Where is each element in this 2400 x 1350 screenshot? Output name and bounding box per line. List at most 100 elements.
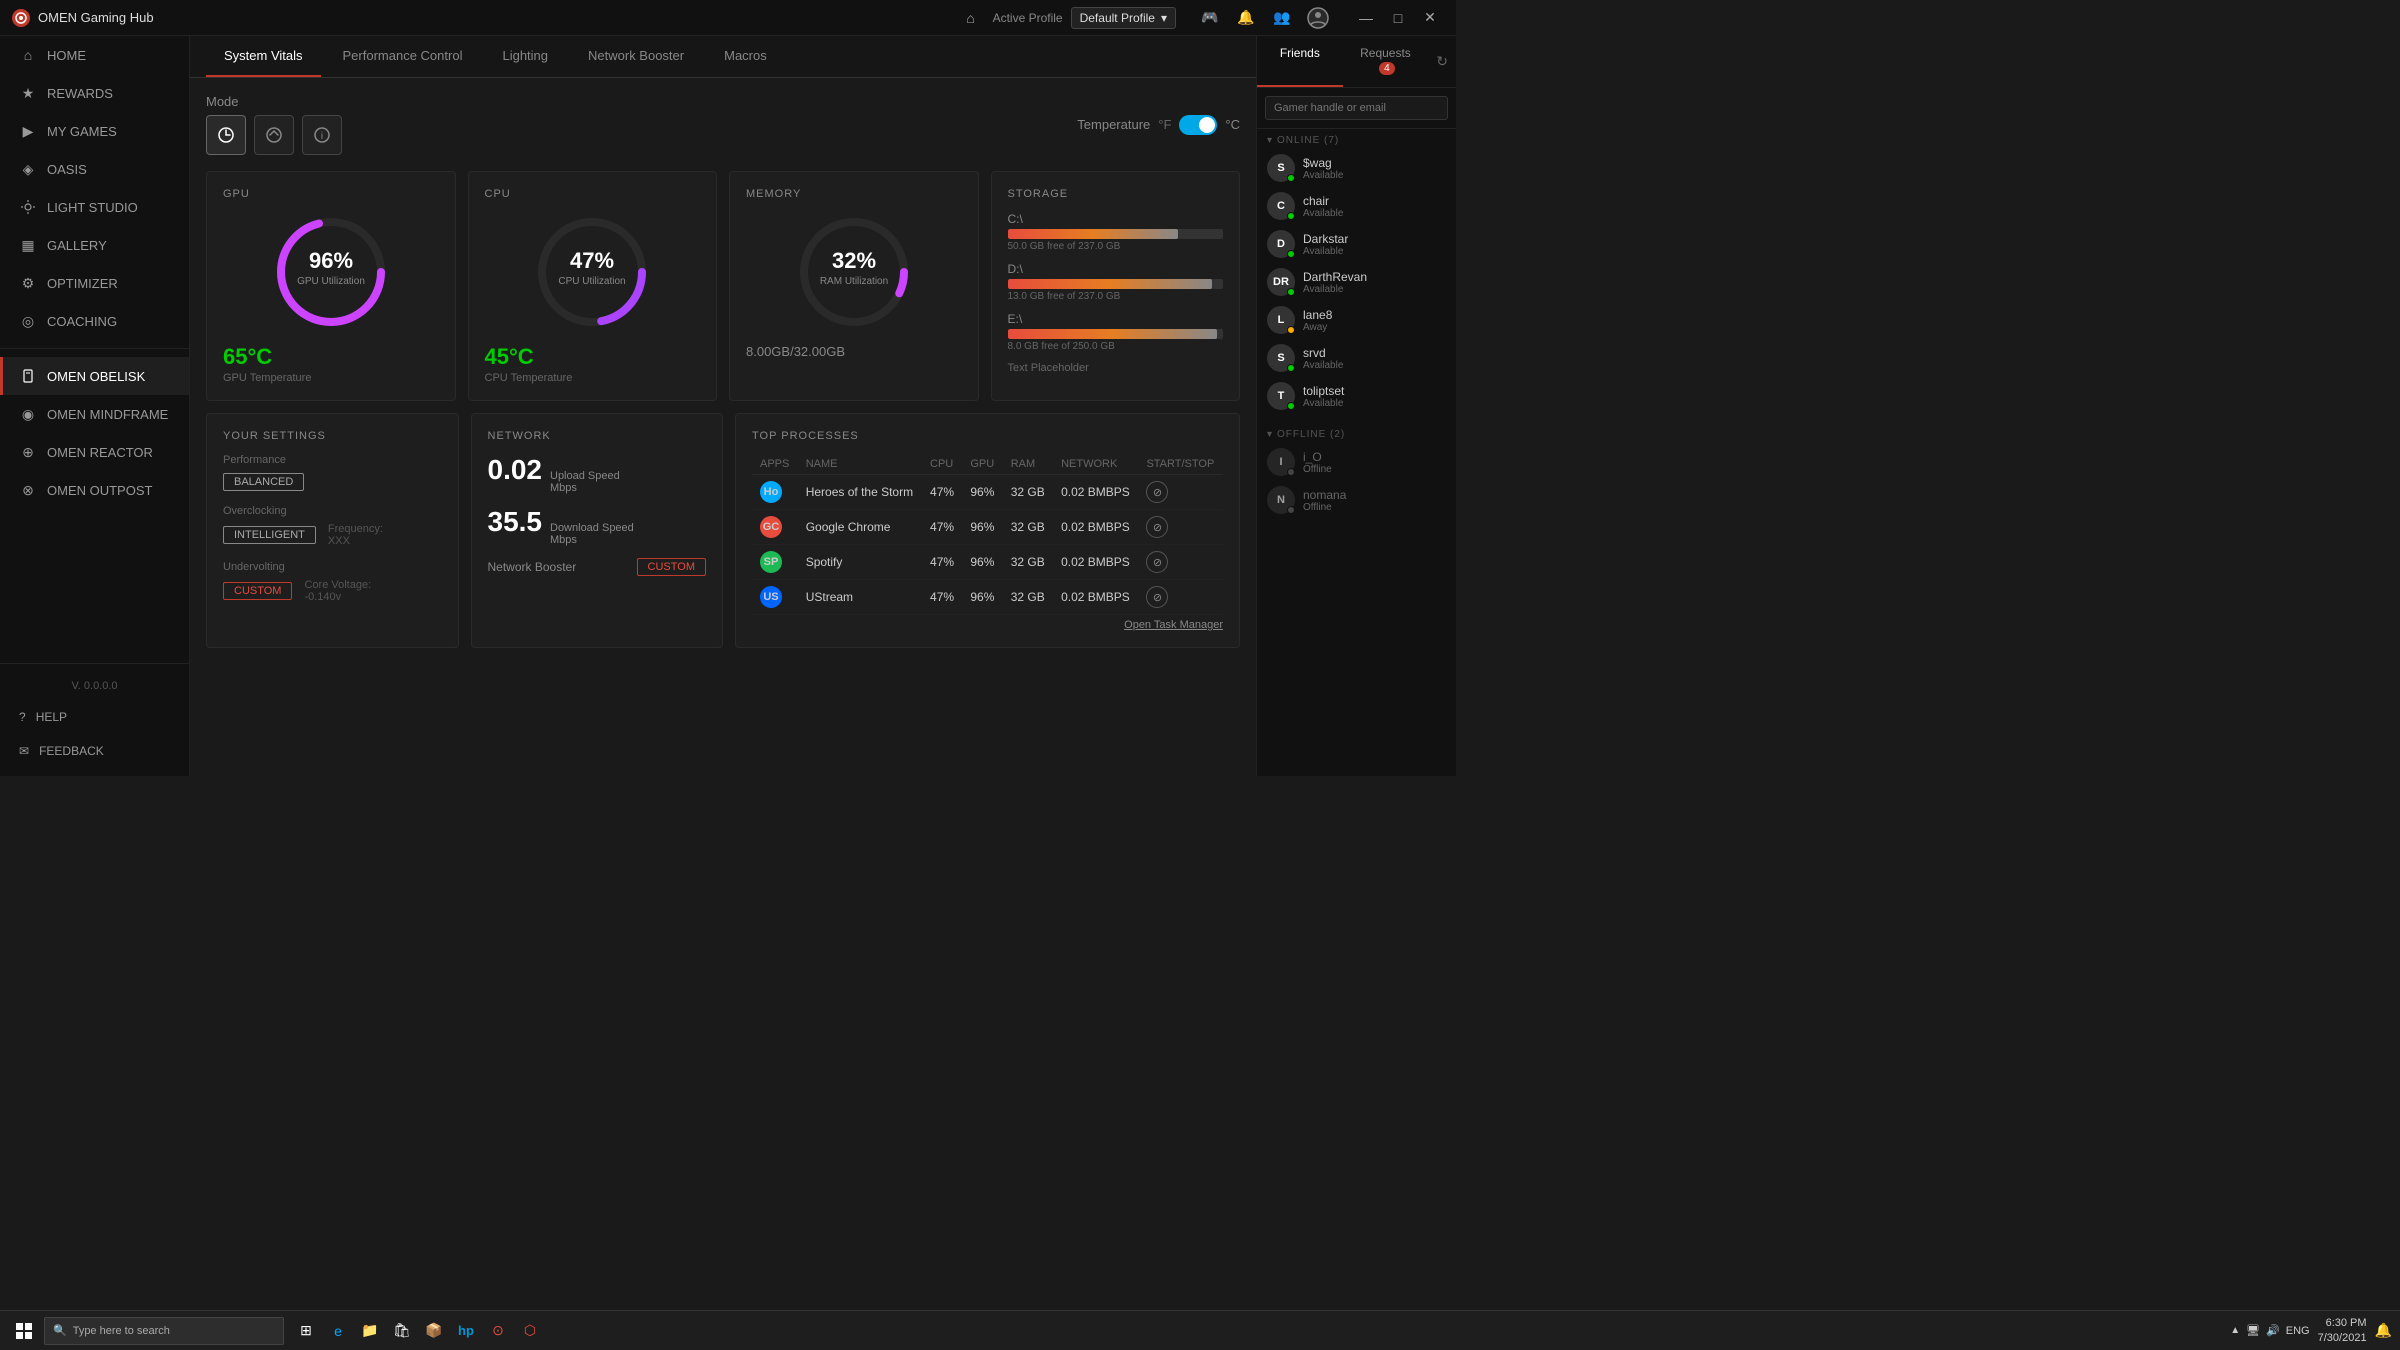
mode-btn-performance[interactable] [254, 115, 294, 155]
sidebar-item-omen-mindframe[interactable]: ◉ OMEN MINDFRAME [0, 395, 189, 433]
friend-item-online[interactable]: DR DarthRevan Available [1257, 263, 1456, 301]
friends-tab-friends[interactable]: Friends [1257, 36, 1343, 87]
maximize-button[interactable]: □ [1384, 4, 1412, 32]
tab-performance-control[interactable]: Performance Control [325, 36, 481, 77]
sidebar-item-omen-obelisk[interactable]: OMEN OBELISK [0, 357, 189, 395]
process-gpu: 96% [962, 475, 1002, 510]
file-explorer-icon[interactable]: 📁 [356, 1317, 384, 1345]
friend-item-offline[interactable]: N nomana Offline [1257, 481, 1456, 519]
sidebar-item-help[interactable]: ? HELP [0, 700, 189, 734]
sidebar-item-omen-outpost[interactable]: ⊗ OMEN OUTPOST [0, 471, 189, 509]
upload-speed-row: 0.02 Upload Speed Mbps [488, 454, 707, 494]
friend-item-online[interactable]: T toliptset Available [1257, 377, 1456, 415]
sidebar-item-light-studio[interactable]: LIGHT STUDIO [0, 188, 189, 226]
friends-panel: Friends Requests 4 ↻ ▾ ONLINE (7) [1256, 36, 1456, 776]
sidebar-item-home[interactable]: ⌂ HOME [0, 36, 189, 74]
process-gpu: 96% [962, 510, 1002, 545]
hp-icon[interactable]: hp [452, 1317, 480, 1345]
tab-lighting[interactable]: Lighting [484, 36, 566, 77]
friends-tab-requests[interactable]: Requests 4 [1343, 36, 1429, 87]
start-button[interactable] [8, 1315, 40, 1347]
svg-text:i: i [321, 131, 323, 142]
friend-name: srvd [1303, 346, 1446, 360]
undervolting-value[interactable]: CUSTOM [223, 582, 292, 600]
store-icon[interactable]: 🛍 [388, 1317, 416, 1345]
active-profile-label: Active Profile [993, 11, 1063, 25]
friend-item-online[interactable]: L lane8 Away [1257, 301, 1456, 339]
sidebar-item-omen-reactor[interactable]: ⊕ OMEN REACTOR [0, 433, 189, 471]
process-stop-button[interactable]: ⊘ [1146, 551, 1168, 573]
tab-macros[interactable]: Macros [706, 36, 785, 77]
sidebar-item-rewards[interactable]: ★ REWARDS [0, 74, 189, 112]
help-label: HELP [36, 710, 67, 724]
volume-tray-icon[interactable]: 🔊 [2266, 1324, 2280, 1337]
temp-unit-toggle[interactable] [1179, 115, 1217, 135]
tab-network-booster[interactable]: Network Booster [570, 36, 702, 77]
open-task-manager-link[interactable]: Open Task Manager [752, 619, 1223, 631]
sidebar-item-oasis[interactable]: ◈ OASIS [0, 150, 189, 188]
friend-info: DarthRevan Available [1303, 270, 1446, 295]
sidebar-item-my-games[interactable]: ▶ MY GAMES [0, 112, 189, 150]
process-ram: 32 GB [1003, 545, 1053, 580]
taskbar-clock[interactable]: 6:30 PM 7/30/2021 [2318, 1316, 2367, 1345]
notification-icon[interactable]: 🔔 [1232, 4, 1260, 32]
performance-value[interactable]: BALANCED [223, 473, 304, 491]
notification-center-icon[interactable]: 🔔 [2375, 1322, 2392, 1339]
process-stop-button[interactable]: ⊘ [1146, 516, 1168, 538]
friend-item-offline[interactable]: I i_O Offline [1257, 443, 1456, 481]
online-chevron[interactable]: ▾ [1267, 135, 1273, 146]
dropbox-icon[interactable]: 📦 [420, 1317, 448, 1345]
taskbar-search[interactable]: 🔍 Type here to search [44, 1317, 284, 1345]
offline-section-label: ▾ OFFLINE (2) [1257, 423, 1456, 443]
process-network: 0.02 BMBPS [1053, 545, 1138, 580]
mode-btn-dashboard[interactable] [206, 115, 246, 155]
overclocking-value[interactable]: INTELLIGENT [223, 526, 316, 544]
friend-status-dot [1287, 250, 1295, 258]
launcher-icon[interactable]: ⬡ [516, 1317, 544, 1345]
language-tray[interactable]: ENG [2286, 1325, 2310, 1337]
clock-date: 7/30/2021 [2318, 1331, 2367, 1345]
process-stop-button[interactable]: ⊘ [1146, 586, 1168, 608]
close-button[interactable]: ✕ [1416, 4, 1444, 32]
upload-speed-value: 0.02 [488, 454, 543, 486]
friend-item-online[interactable]: S srvd Available [1257, 339, 1456, 377]
home-nav-button[interactable]: ⌂ [957, 4, 985, 32]
refresh-button[interactable]: ↻ [1428, 36, 1456, 87]
friend-item-online[interactable]: S $wag Available [1257, 149, 1456, 187]
friends-search-input[interactable] [1265, 96, 1448, 120]
sidebar-item-coaching[interactable]: ◎ COACHING [0, 302, 189, 340]
col-network: NETWORK [1053, 454, 1138, 475]
profile-icon[interactable] [1304, 4, 1332, 32]
browser-icon[interactable]: e [324, 1317, 352, 1345]
network-booster-value[interactable]: CUSTOM [637, 558, 706, 576]
sidebar-item-optimizer[interactable]: ⚙ OPTIMIZER [0, 264, 189, 302]
process-cpu: 47% [922, 510, 962, 545]
omen-hub-icon[interactable]: ⊙ [484, 1317, 512, 1345]
process-stop-button[interactable]: ⊘ [1146, 481, 1168, 503]
outpost-icon: ⊗ [19, 481, 37, 499]
help-icon: ? [19, 710, 26, 724]
sidebar-item-feedback[interactable]: ✉ FEEDBACK [0, 734, 189, 768]
friend-avatar: S [1267, 344, 1295, 372]
drive-e-info: 8.0 GB free of 250.0 GB [1008, 341, 1224, 352]
friend-info: $wag Available [1303, 156, 1446, 181]
drive-c-track [1008, 229, 1224, 239]
tab-system-vitals[interactable]: System Vitals [206, 36, 321, 77]
mode-btn-info[interactable]: i [302, 115, 342, 155]
controller-icon[interactable]: 🎮 [1196, 4, 1224, 32]
sidebar-item-gallery[interactable]: ▦ GALLERY [0, 226, 189, 264]
gpu-card: GPU 96% GPU Utilization 65°C GPU Tempera… [206, 171, 456, 401]
mode-buttons: i [206, 115, 342, 155]
network-tray-icon[interactable]: 🖥 [2246, 1324, 2260, 1337]
taskview-icon[interactable]: ⊞ [292, 1317, 320, 1345]
offline-chevron[interactable]: ▾ [1267, 429, 1273, 440]
toggle-knob [1199, 117, 1215, 133]
profile-dropdown[interactable]: Default Profile ▾ [1071, 7, 1176, 29]
friend-item-online[interactable]: C chair Available [1257, 187, 1456, 225]
taskbar: 🔍 Type here to search ⊞ e 📁 🛍 📦 hp ⊙ ⬡ ▲… [0, 1310, 2400, 1350]
friend-status-text: Offline [1303, 464, 1446, 475]
friend-item-online[interactable]: D Darkstar Available [1257, 225, 1456, 263]
friends-nav-icon[interactable]: 👥 [1268, 4, 1296, 32]
tray-arrow[interactable]: ▲ [2230, 1325, 2240, 1336]
minimize-button[interactable]: — [1352, 4, 1380, 32]
